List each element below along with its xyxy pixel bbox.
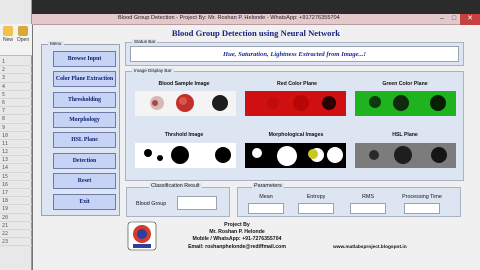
status-message: Hue, Saturation, Lightness Extracted fro… bbox=[130, 46, 459, 62]
line-number: 22 bbox=[0, 230, 32, 239]
hsl-title: HSL Plane bbox=[392, 132, 418, 138]
morphology-button[interactable]: Morphology bbox=[53, 112, 116, 128]
reset-button[interactable]: Reset bbox=[53, 173, 116, 189]
line-number: 6 bbox=[0, 99, 32, 108]
line-number: 19 bbox=[0, 205, 32, 214]
line-number: 2 bbox=[0, 66, 32, 75]
maximize-button[interactable]: □ bbox=[448, 14, 460, 25]
line-number: 18 bbox=[0, 197, 32, 206]
red-plane-image bbox=[245, 91, 346, 116]
line-number: 20 bbox=[0, 214, 32, 222]
blood-sample-title: Blood Sample Image bbox=[158, 81, 210, 87]
line-number: 4 bbox=[0, 83, 32, 91]
window-controls: – □ ✕ bbox=[436, 14, 480, 25]
line-number: 5 bbox=[0, 91, 32, 99]
close-button[interactable]: ✕ bbox=[460, 14, 480, 25]
blood-sample-image bbox=[135, 91, 236, 116]
status-panel-label: Status Bar bbox=[132, 39, 158, 44]
rms-label: RMS bbox=[362, 194, 374, 200]
blood-group-label: Blood Group bbox=[136, 201, 167, 207]
line-number: 16 bbox=[0, 181, 32, 189]
line-number: 23 bbox=[0, 238, 32, 247]
editor-toolbar: New Open bbox=[0, 24, 32, 56]
app-title: Blood Group Detection using Neural Netwo… bbox=[171, 28, 341, 38]
minimize-button[interactable]: – bbox=[436, 14, 448, 25]
parameters-panel: Parameters Mean Entropy RMS Processing T… bbox=[237, 183, 461, 217]
image-display-panel: Image Display Bar Blood Sample Image Red… bbox=[125, 68, 464, 181]
editor-sidebar: New Open 1 2 3 4 5 6 7 8 9 10 11 12 13 14 15 16 17 18 19 20… bbox=[0, 0, 32, 270]
line-number: 15 bbox=[0, 173, 32, 181]
footer-website: www.matlabsproject.blogspot.in bbox=[333, 245, 407, 250]
window-title: Blood Group Detection - Project By: Mr. … bbox=[118, 15, 340, 21]
footer-email: Email: roshanphelonde@rediffmail.com bbox=[188, 244, 286, 250]
line-number: 8 bbox=[0, 115, 32, 124]
browse-input-button[interactable]: Browse Input bbox=[53, 51, 116, 67]
color-plane-extraction-button[interactable]: Color Plane Extraction bbox=[53, 71, 116, 87]
mean-label: Mean bbox=[259, 194, 273, 200]
new-file-icon bbox=[3, 26, 13, 36]
line-number: 3 bbox=[0, 74, 32, 83]
processing-time-label: Processing Time bbox=[402, 194, 442, 200]
line-number: 11 bbox=[0, 140, 32, 149]
line-number: 10 bbox=[0, 132, 32, 140]
footer-project-by: Project By bbox=[224, 222, 250, 228]
open-file-label: Open bbox=[16, 37, 30, 43]
line-number: 14 bbox=[0, 164, 32, 173]
morph-image bbox=[245, 143, 346, 168]
threshold-title: Thrshold Image bbox=[164, 132, 204, 138]
entropy-field[interactable] bbox=[298, 203, 334, 214]
open-file-button[interactable]: Open bbox=[16, 26, 30, 43]
exit-button[interactable]: Exit bbox=[53, 194, 116, 210]
green-plane-image bbox=[355, 91, 456, 116]
classification-panel: Classification Result Blood Group bbox=[126, 183, 230, 217]
footer-mobile: Mobile / WhatsApp: +91-7276355704 bbox=[192, 236, 282, 242]
line-number: 12 bbox=[0, 148, 32, 157]
college-logo-icon bbox=[127, 220, 157, 252]
new-file-label: New bbox=[2, 37, 13, 43]
line-number: 13 bbox=[0, 156, 32, 165]
screen: New Open 1 2 3 4 5 6 7 8 9 10 11 12 13 14 15 16 17 18 19 20… bbox=[0, 0, 480, 270]
classification-label: Classification Result bbox=[149, 183, 202, 189]
processing-time-field[interactable] bbox=[404, 203, 440, 214]
green-plane-title: Green Color Plane bbox=[382, 81, 428, 87]
open-folder-icon bbox=[18, 26, 28, 36]
mean-field[interactable] bbox=[248, 203, 284, 214]
threshold-image bbox=[135, 143, 236, 168]
image-display-label: Image Display Bar bbox=[132, 68, 174, 73]
red-plane-title: Red Color Plane bbox=[276, 81, 318, 87]
new-file-button[interactable]: New bbox=[1, 26, 15, 43]
menu-panel: Menu Browse Input Color Plane Extraction… bbox=[41, 41, 120, 216]
blood-group-field[interactable] bbox=[177, 196, 217, 210]
rms-field[interactable] bbox=[350, 203, 386, 214]
morph-title: Morphological Images bbox=[268, 132, 324, 138]
hsl-plane-button[interactable]: HSL Plane bbox=[53, 132, 116, 148]
title-bar: Blood Group Detection - Project By: Mr. … bbox=[32, 14, 480, 25]
line-number: 9 bbox=[0, 124, 32, 132]
hsl-image bbox=[355, 143, 456, 168]
line-number: 7 bbox=[0, 107, 32, 116]
parameters-label: Parameters bbox=[252, 183, 284, 189]
entropy-label: Entropy bbox=[306, 194, 326, 200]
footer-author: Mr. Roshan P. Helonde bbox=[209, 229, 265, 235]
menu-panel-label: Menu bbox=[48, 41, 64, 46]
line-number-gutter: 1 2 3 4 5 6 7 8 9 10 11 12 13 14 15 16 17 18 19 20 21 22 23 bbox=[0, 58, 32, 247]
thresholding-button[interactable]: Thresholding bbox=[53, 92, 116, 108]
detection-button[interactable]: Detection bbox=[53, 153, 116, 169]
line-number: 21 bbox=[0, 222, 32, 230]
line-number: 17 bbox=[0, 189, 32, 198]
line-number: 1 bbox=[0, 58, 32, 67]
status-panel: Status Bar Hue, Saturation, Lightness Ex… bbox=[125, 39, 464, 66]
